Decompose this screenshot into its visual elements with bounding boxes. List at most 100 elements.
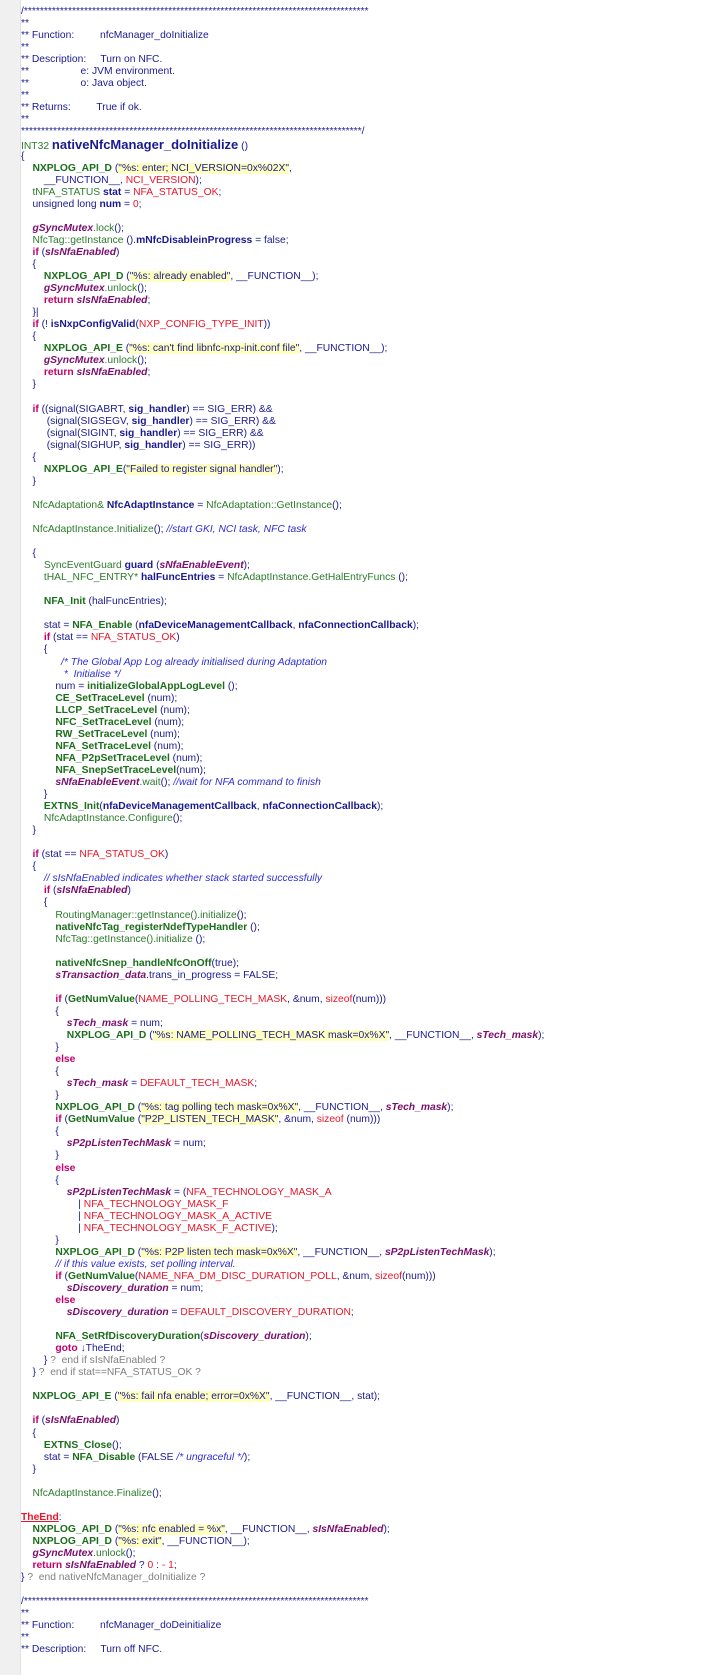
code-line[interactable]: CE_SetTraceLevel (num); bbox=[21, 693, 720, 705]
code-line[interactable]: if (sIsNfaEnabled) bbox=[21, 1415, 720, 1427]
code-line[interactable]: return sIsNfaEnabled; bbox=[21, 295, 720, 307]
code-line[interactable]: { bbox=[21, 1066, 720, 1078]
code-line[interactable]: SyncEventGuard guard (sNfaEnableEvent); bbox=[21, 560, 720, 572]
code-line[interactable]: } bbox=[21, 1090, 720, 1102]
code-line[interactable]: gSyncMutex.unlock(); bbox=[21, 283, 720, 295]
code-line[interactable] bbox=[21, 1500, 720, 1512]
code-line[interactable]: if (sIsNfaEnabled) bbox=[21, 885, 720, 897]
code-line[interactable]: sTech_mask = num; bbox=[21, 1018, 720, 1030]
code-line[interactable]: NFA_SetTraceLevel (num); bbox=[21, 741, 720, 753]
code-line[interactable]: } bbox=[21, 789, 720, 801]
code-line[interactable]: { bbox=[21, 1428, 720, 1440]
code-line[interactable]: gSyncMutex.lock(); bbox=[21, 223, 720, 235]
code-line[interactable]: NfcAdaptInstance.Finalize(); bbox=[21, 1488, 720, 1500]
code-line[interactable]: NXPLOG_API_D ("%s: already enabled", __F… bbox=[21, 271, 720, 283]
code-line[interactable] bbox=[21, 1403, 720, 1415]
code-line[interactable]: ** Function: nfcManager_doInitialize bbox=[21, 30, 720, 42]
code-line[interactable]: NXPLOG_API_D ("%s: tag polling tech mask… bbox=[21, 1102, 720, 1114]
code-line[interactable]: EXTNS_Init(nfaDeviceManagementCallback, … bbox=[21, 801, 720, 813]
code-line[interactable]: return sIsNfaEnabled; bbox=[21, 367, 720, 379]
code-line[interactable]: ** o: Java object. bbox=[21, 78, 720, 90]
code-line[interactable] bbox=[21, 512, 720, 524]
code-line[interactable]: } ? end if sIsNfaEnabled ? bbox=[21, 1355, 720, 1367]
code-line[interactable]: if (GetNumValue ("P2P_LISTEN_TECH_MASK",… bbox=[21, 1114, 720, 1126]
code-line[interactable]: sP2pListenTechMask = (NFA_TECHNOLOGY_MAS… bbox=[21, 1187, 720, 1199]
code-line[interactable]: if (stat == NFA_STATUS_OK) bbox=[21, 849, 720, 861]
code-line[interactable]: RoutingManager::getInstance().initialize… bbox=[21, 910, 720, 922]
code-line[interactable]: return sIsNfaEnabled ? 0 : - 1; bbox=[21, 1560, 720, 1572]
code-line[interactable]: ** Description: Turn off NFC. bbox=[21, 1644, 720, 1656]
code-line[interactable]: * Initialise */ bbox=[21, 669, 720, 681]
code-line[interactable]: { bbox=[21, 1126, 720, 1138]
code-line[interactable]: sP2pListenTechMask = num; bbox=[21, 1138, 720, 1150]
code-line[interactable]: | NFA_TECHNOLOGY_MASK_A_ACTIVE bbox=[21, 1211, 720, 1223]
code-line[interactable]: nativeNfcTag_registerNdefTypeHandler (); bbox=[21, 922, 720, 934]
code-line[interactable]: NXPLOG_API_D ("%s: NAME_POLLING_TECH_MAS… bbox=[21, 1029, 720, 1042]
code-line[interactable]: } ? end if stat==NFA_STATUS_OK ? bbox=[21, 1367, 720, 1379]
code-line[interactable]: // if this value exists, set polling int… bbox=[21, 1259, 720, 1271]
code-line[interactable]: } ? end nativeNfcManager_doInitialize ? bbox=[21, 1572, 720, 1584]
code-line[interactable]: NFA_P2pSetTraceLevel (num); bbox=[21, 753, 720, 765]
code-line[interactable]: } bbox=[21, 1150, 720, 1162]
code-line[interactable]: if (GetNumValue(NAME_POLLING_TECH_MASK, … bbox=[21, 994, 720, 1006]
code-line[interactable]: goto ↓TheEnd; bbox=[21, 1343, 720, 1355]
code-line[interactable]: | NFA_TECHNOLOGY_MASK_F_ACTIVE); bbox=[21, 1223, 720, 1235]
code-line[interactable] bbox=[21, 946, 720, 958]
code-line[interactable]: if ((signal(SIGABRT, sig_handler) == SIG… bbox=[21, 404, 720, 416]
code-line[interactable] bbox=[21, 1319, 720, 1331]
code-line[interactable]: ** Function: nfcManager_doDeinitialize bbox=[21, 1620, 720, 1632]
code-line[interactable]: { bbox=[21, 897, 720, 909]
code-line[interactable]: NFA_SetRfDiscoveryDuration(sDiscovery_du… bbox=[21, 1331, 720, 1343]
code-line[interactable]: ** bbox=[21, 90, 720, 102]
code-line[interactable]: else bbox=[21, 1163, 720, 1175]
code-line[interactable]: { bbox=[21, 331, 720, 343]
code-line[interactable]: NXPLOG_API_D ("%s: enter; NCI_VERSION=0x… bbox=[21, 162, 720, 175]
code-line[interactable]: if (sIsNfaEnabled) bbox=[21, 247, 720, 259]
code-line[interactable]: tNFA_STATUS stat = NFA_STATUS_OK; bbox=[21, 187, 720, 199]
code-line[interactable]: EXTNS_Close(); bbox=[21, 1440, 720, 1452]
code-line[interactable]: } bbox=[21, 825, 720, 837]
code-line[interactable]: { bbox=[21, 452, 720, 464]
code-line[interactable]: /***************************************… bbox=[21, 1596, 720, 1608]
code-line[interactable]: /* The Global App Log already initialise… bbox=[21, 657, 720, 669]
code-line[interactable]: RW_SetTraceLevel (num); bbox=[21, 729, 720, 741]
code-line[interactable]: ** Description: Turn on NFC. bbox=[21, 54, 720, 66]
code-line[interactable]: sTransaction_data.trans_in_progress = FA… bbox=[21, 970, 720, 982]
code-line[interactable] bbox=[21, 488, 720, 500]
code-line[interactable]: { bbox=[21, 861, 720, 873]
code-line[interactable]: } bbox=[21, 1042, 720, 1054]
code-line[interactable]: // sIsNfaEnabled indicates whether stack… bbox=[21, 873, 720, 885]
code-line[interactable]: ** Returns: True if ok. bbox=[21, 102, 720, 114]
code-line[interactable]: LLCP_SetTraceLevel (num); bbox=[21, 705, 720, 717]
code-line[interactable]: ** e: JVM environment. bbox=[21, 66, 720, 78]
code-line[interactable]: sTech_mask = DEFAULT_TECH_MASK; bbox=[21, 1078, 720, 1090]
code-line[interactable]: | NFA_TECHNOLOGY_MASK_F bbox=[21, 1199, 720, 1211]
code-line[interactable]: ** bbox=[21, 1608, 720, 1620]
code-line[interactable]: INT32 nativeNfcManager_doInitialize () bbox=[21, 138, 720, 152]
code-line[interactable]: sNfaEnableEvent.wait(); //wait for NFA c… bbox=[21, 777, 720, 789]
code-line[interactable]: sDiscovery_duration = num; bbox=[21, 1283, 720, 1295]
code-line[interactable]: NfcAdaptation& NfcAdaptInstance = NfcAda… bbox=[21, 500, 720, 512]
code-line[interactable]: } bbox=[21, 379, 720, 391]
code-line[interactable]: NXPLOG_API_E("Failed to register signal … bbox=[21, 463, 720, 476]
code-line[interactable]: { bbox=[21, 259, 720, 271]
code-line[interactable]: else bbox=[21, 1295, 720, 1307]
code-line[interactable]: ** bbox=[21, 1632, 720, 1644]
code-line[interactable]: NfcAdaptInstance.Configure(); bbox=[21, 813, 720, 825]
code-line[interactable]: if (stat == NFA_STATUS_OK) bbox=[21, 632, 720, 644]
code-line[interactable]: } bbox=[21, 1464, 720, 1476]
code-line[interactable]: (signal(SIGSEGV, sig_handler) == SIG_ERR… bbox=[21, 416, 720, 428]
code-editor[interactable]: /***************************************… bbox=[21, 6, 720, 1656]
code-line[interactable]: NFA_SnepSetTraceLevel(num); bbox=[21, 765, 720, 777]
code-line[interactable]: ** bbox=[21, 18, 720, 30]
code-line[interactable]: /***************************************… bbox=[21, 6, 720, 18]
code-line[interactable]: TheEnd: bbox=[21, 1512, 720, 1524]
code-line[interactable]: NfcAdaptInstance.Initialize(); //start G… bbox=[21, 524, 720, 536]
code-line[interactable]: stat = NFA_Disable (FALSE /* ungraceful … bbox=[21, 1452, 720, 1464]
code-line[interactable] bbox=[21, 608, 720, 620]
code-line[interactable] bbox=[21, 837, 720, 849]
code-line[interactable]: __FUNCTION__, NCI_VERSION); bbox=[21, 175, 720, 187]
code-line[interactable] bbox=[21, 982, 720, 994]
code-line[interactable]: num = initializeGlobalAppLogLevel (); bbox=[21, 681, 720, 693]
code-line[interactable]: { bbox=[21, 1006, 720, 1018]
